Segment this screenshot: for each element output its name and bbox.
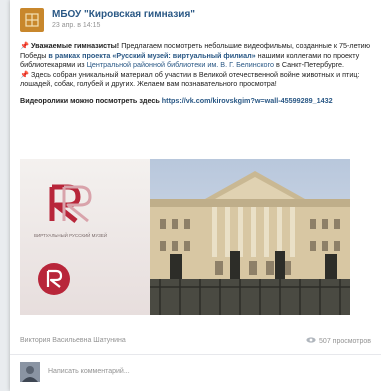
comment-row: Написать комментарий...	[20, 362, 375, 384]
post-text-part: в Санкт-Петербурге.	[274, 60, 345, 70]
post-author[interactable]: Виктория Васильевна Шатунина	[20, 337, 126, 344]
post-paragraph-2: 📌 Здесь собран уникальный материал об уч…	[20, 70, 375, 89]
post-text-bold: Видеоролики можно посмотреть здесь	[20, 95, 160, 105]
group-logo-icon[interactable]	[20, 8, 44, 32]
views-count: 507 просмотров	[319, 337, 371, 345]
project-link[interactable]: в рамках проекта «Русский музей: виртуал…	[48, 51, 255, 60]
comment-input[interactable]: Написать комментарий...	[48, 368, 130, 375]
group-name-link[interactable]: МБОУ "Кировская гимназия"	[52, 9, 195, 20]
post-lead: Уважаемые гимназисты!	[30, 41, 120, 50]
pin-icon: 📌	[20, 69, 29, 79]
post-card: МБОУ "Кировская гимназия" 23 апр. в 14:1…	[10, 0, 381, 391]
post-paragraph-1: 📌 Уважаемые гимназисты! Предлагаем посмо…	[20, 41, 375, 70]
logo-caption: ВИРТУАЛЬНЫЙ РУССКИЙ МУЗЕЙ	[34, 231, 107, 238]
post-paragraph-3: Видеоролики можно посмотреть здесь https…	[20, 96, 375, 106]
views-counter: 507 просмотров	[306, 337, 371, 345]
post-date[interactable]: 23 апр. в 14:15	[52, 22, 100, 29]
eye-icon	[306, 337, 316, 345]
post-image[interactable]: ВИРТУАЛЬНЫЙ РУССКИЙ МУЗЕЙ	[20, 159, 350, 315]
post-text: 📌 Уважаемые гимназисты! Предлагаем посмо…	[20, 41, 375, 106]
post-text-part: Здесь собран уникальный материал об учас…	[20, 69, 360, 89]
divider	[10, 354, 381, 355]
post-header: МБОУ "Кировская гимназия" 23 апр. в 14:1…	[20, 8, 375, 34]
video-link[interactable]: https://vk.com/kirovskgim?w=wall-4559928…	[162, 96, 333, 105]
pin-icon: 📌	[20, 41, 29, 50]
avatar	[20, 362, 40, 382]
library-link[interactable]: Центральной районной библиотеки им. В. Г…	[87, 60, 274, 69]
